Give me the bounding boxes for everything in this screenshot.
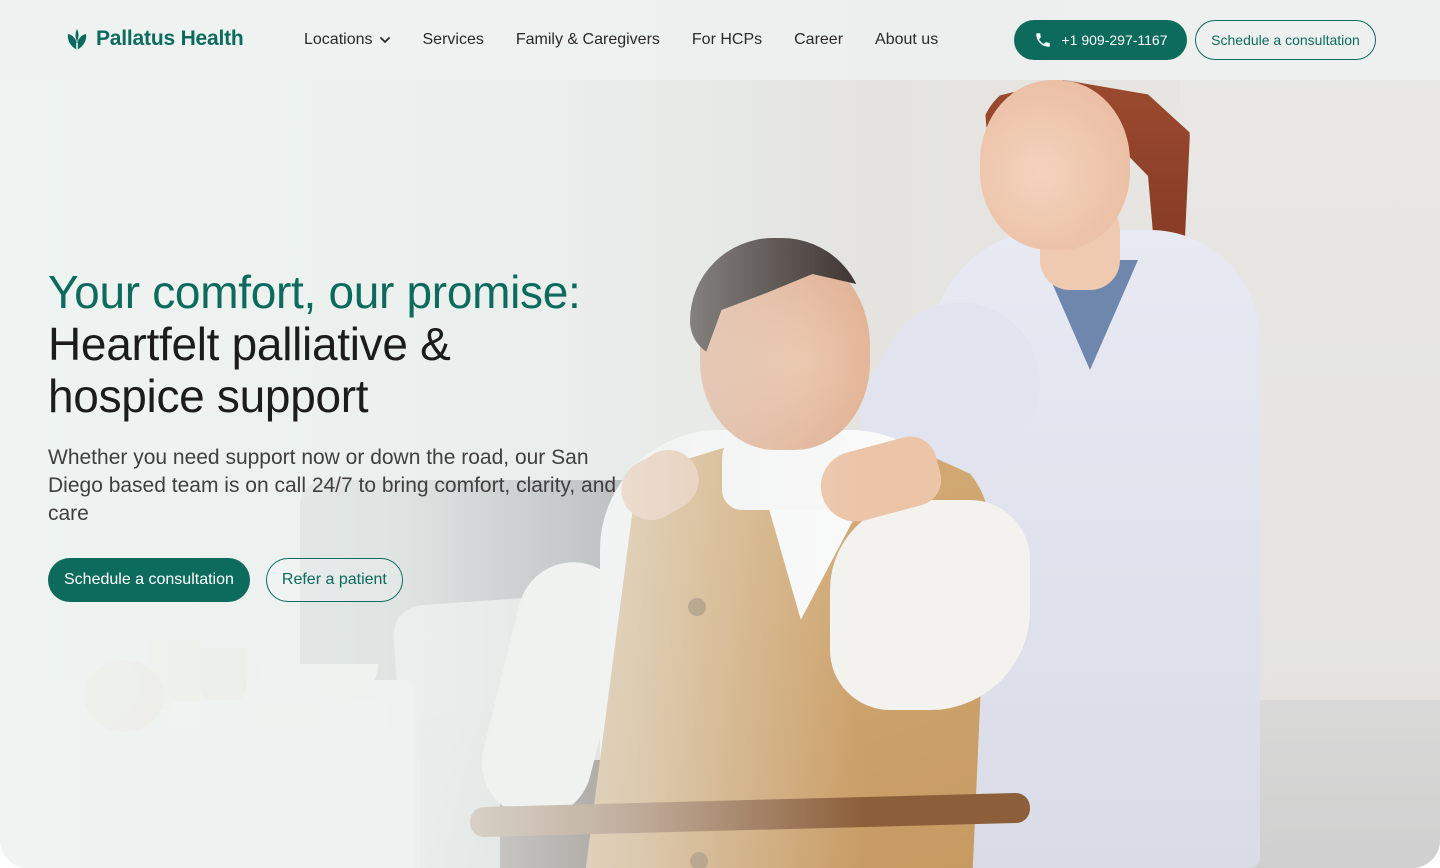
brand-name: Pallatus Health — [96, 27, 244, 50]
site-header: Pallatus Health Locations Services Famil… — [0, 0, 1440, 80]
schedule-label: Schedule a consultation — [1211, 32, 1360, 48]
brand-logo[interactable]: Pallatus Health — [64, 26, 244, 52]
nav-family-caregivers[interactable]: Family & Caregivers — [516, 31, 660, 49]
leaf-icon — [67, 29, 87, 50]
nav-label: For HCPs — [691, 31, 763, 48]
nav-services[interactable]: Services — [423, 31, 484, 49]
nav-label: Career — [794, 31, 844, 48]
nav-career[interactable]: Career — [794, 31, 843, 49]
nav-for-hcps[interactable]: For HCPs — [692, 31, 762, 49]
schedule-consultation-button[interactable]: Schedule a consultation — [48, 558, 250, 602]
nav-locations[interactable]: Locations — [304, 31, 391, 49]
headline-main: Heartfelt palliative & hospice support — [48, 318, 451, 422]
phone-number: +1 909-297-1167 — [1061, 32, 1168, 48]
chevron-down-icon — [379, 37, 390, 43]
nav-label: Locations — [304, 31, 373, 48]
hero-headline: Your comfort, our promise: Heartfelt pal… — [48, 266, 658, 422]
main-nav: Locations Services Family & Caregivers F… — [304, 0, 938, 80]
refer-patient-button[interactable]: Refer a patient — [265, 558, 403, 602]
landing-page: Pallatus Health Locations Services Famil… — [0, 0, 1440, 868]
hero-subtext: Whether you need support now or down the… — [48, 446, 617, 525]
phone-icon — [1035, 33, 1050, 47]
phone-button[interactable]: +1 909-297-1167 — [1014, 20, 1187, 60]
nav-label: About us — [875, 31, 939, 48]
nav-about-us[interactable]: About us — [875, 31, 938, 49]
nav-label: Services — [422, 31, 484, 48]
hero-copy: Your comfort, our promise: Heartfelt pal… — [48, 266, 658, 528]
nav-label: Family & Caregivers — [515, 31, 660, 48]
hero-cta-group: Schedule a consultation Refer a patient — [48, 558, 403, 602]
schedule-consultation-header-button[interactable]: Schedule a consultation — [1195, 20, 1376, 60]
headline-accent: Your comfort, our promise: — [48, 266, 581, 318]
